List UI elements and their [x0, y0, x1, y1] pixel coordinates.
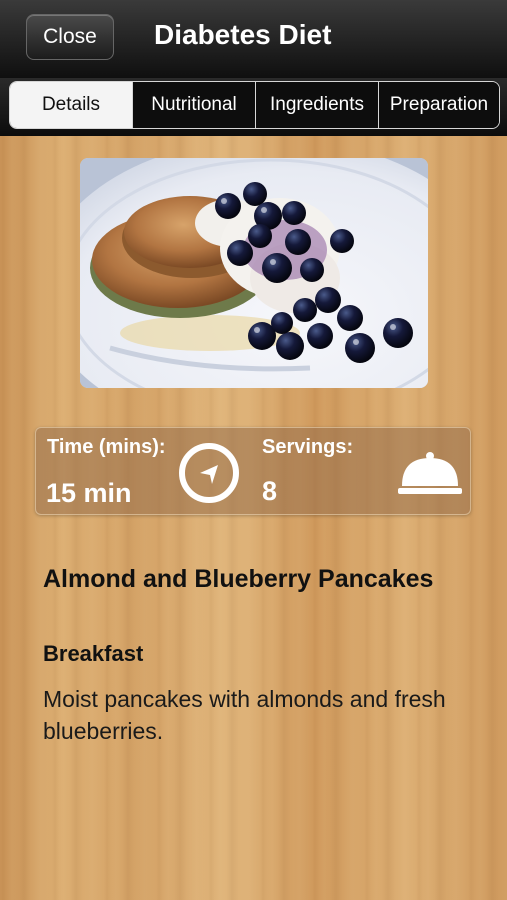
page-title: Diabetes Diet — [154, 19, 332, 50]
segmented-control: Details Nutritional Ingredients Preparat… — [9, 81, 500, 129]
servings-label: Servings: — [262, 436, 354, 458]
recipe-photo — [80, 158, 428, 388]
close-button[interactable]: Close — [26, 14, 114, 60]
tab-preparation[interactable]: Preparation — [378, 82, 499, 128]
tab-bar: Details Nutritional Ingredients Preparat… — [0, 78, 507, 136]
cloche-icon — [398, 452, 462, 494]
time-label: Time (mins): — [47, 436, 166, 458]
servings-value: 8 — [262, 476, 278, 506]
recipe-title: Almond and Blueberry Pancakes — [43, 565, 434, 593]
tab-details[interactable]: Details — [10, 82, 132, 128]
stats-panel: Time (mins): 15 min Servings: 8 — [35, 427, 471, 515]
recipe-description: Moist pancakes with almonds and fresh bl… — [43, 686, 446, 744]
tab-ingredients[interactable]: Ingredients — [255, 82, 378, 128]
time-value: 15 min — [46, 478, 132, 508]
clock-icon — [179, 443, 239, 503]
tab-nutritional[interactable]: Nutritional — [132, 82, 255, 128]
nav-bar: Close Diabetes Diet — [0, 0, 507, 78]
recipe-category: Breakfast — [43, 641, 144, 666]
